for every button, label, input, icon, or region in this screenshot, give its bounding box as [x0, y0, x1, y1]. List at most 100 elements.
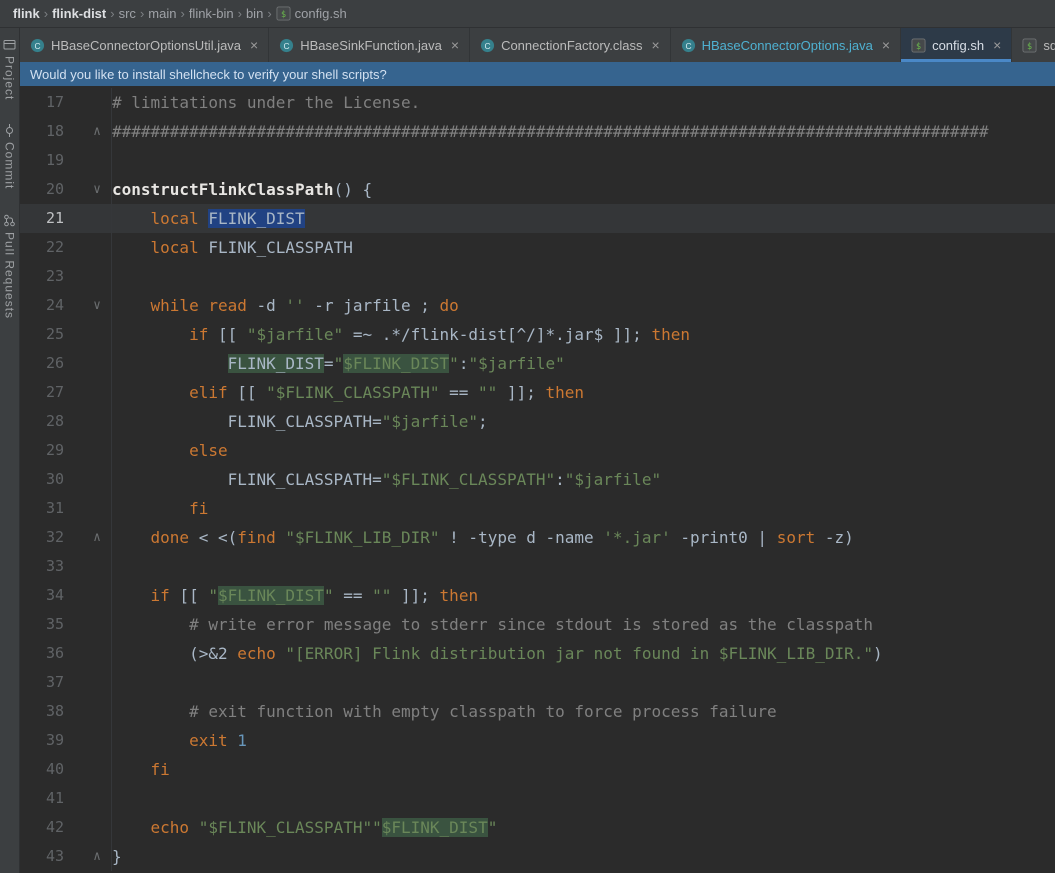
code-text: constructFlinkClassPath() { [112, 180, 373, 199]
fold-gutter [64, 784, 112, 813]
code-line[interactable]: 21 local FLINK_DIST [20, 204, 1055, 233]
breadcrumb-item-config-sh[interactable]: $ config.sh [273, 6, 350, 21]
shell-file-icon: $ [911, 37, 926, 53]
code-text: } [112, 847, 122, 866]
breadcrumb-item-flink-dist[interactable]: flink-dist [49, 6, 109, 21]
tab-hbaseconnectoroptionsutil-java[interactable]: C HBaseConnectorOptionsUtil.java × [20, 28, 270, 62]
code-line[interactable]: 35 # write error message to stderr since… [20, 610, 1055, 639]
line-number: 18 [45, 122, 64, 140]
code-text: local FLINK_DIST [150, 209, 305, 228]
tab-sql-client-sh[interactable]: $ sql-client.sh [1012, 28, 1055, 62]
code-text: # write error message to stderr since st… [189, 615, 873, 634]
code-text: if [[ "$jarfile" =~ .*/flink-dist[^/]*.j… [189, 325, 690, 344]
breadcrumb: flink › flink-dist › src › main › flink-bin › bin ›… [0, 0, 1055, 28]
line-number: 38 [45, 702, 64, 720]
fold-gutter [64, 755, 112, 784]
line-number: 30 [45, 470, 64, 488]
tab-connectionfactory-class[interactable]: C ConnectionFactory.class × [470, 28, 671, 62]
code-line[interactable]: 27 elif [[ "$FLINK_CLASSPATH" == "" ]]; … [20, 378, 1055, 407]
code-line[interactable]: 31 fi [20, 494, 1055, 523]
fold-marker-icon[interactable]: ∧ [64, 842, 112, 871]
line-number: 19 [45, 151, 64, 169]
fold-gutter [64, 436, 112, 465]
tab-close-icon[interactable]: × [993, 38, 1001, 52]
tab-hbasesinkfunction-java[interactable]: C HBaseSinkFunction.java × [269, 28, 471, 62]
line-number: 37 [45, 673, 64, 691]
line-number: 31 [45, 499, 64, 517]
code-line[interactable]: 20 ∨ constructFlinkClassPath() { [20, 175, 1055, 204]
tab-label: ConnectionFactory.class [501, 37, 643, 53]
line-number: 20 [45, 180, 64, 198]
line-number: 26 [45, 354, 64, 372]
tool-window-button-project[interactable]: Project [3, 38, 17, 100]
line-number: 27 [45, 383, 64, 401]
commit-icon [6, 124, 13, 138]
notification-text: Would you like to install shellcheck to … [30, 66, 387, 82]
tool-window-button-commit[interactable]: Commit [3, 124, 17, 190]
breadcrumb-item-src[interactable]: src [116, 6, 139, 21]
breadcrumb-item-flink[interactable]: flink [10, 6, 43, 21]
tool-window-button-pull-requests[interactable]: Pull Requests [3, 214, 17, 319]
code-line[interactable]: 38 # exit function with empty classpath … [20, 697, 1055, 726]
tab-bar: C HBaseConnectorOptionsUtil.java × C HBaseSi… [20, 28, 1055, 62]
editor-pane: C HBaseConnectorOptionsUtil.java × C HBaseSi… [20, 28, 1055, 873]
code-line[interactable]: 18 ∧ #####################################… [20, 117, 1055, 146]
fold-gutter [64, 697, 112, 726]
svg-text:$: $ [1027, 40, 1032, 50]
code-text: elif [[ "$FLINK_CLASSPATH" == "" ]]; the… [189, 383, 585, 402]
breadcrumb-item-flink-bin[interactable]: flink-bin [186, 6, 237, 21]
line-number: 32 [45, 528, 64, 546]
tool-window-stripe: Project Commit Pull Requests [0, 28, 20, 873]
code-line[interactable]: 34 if [[ "$FLINK_DIST" == "" ]]; then [20, 581, 1055, 610]
code-text: FLINK_DIST="$FLINK_DIST":"$jarfile" [227, 354, 565, 373]
fold-marker-icon[interactable]: ∨ [64, 175, 112, 204]
fold-gutter [64, 465, 112, 494]
fold-marker-icon[interactable]: ∨ [64, 291, 112, 320]
code-text: fi [189, 499, 209, 518]
code-line[interactable]: 22 local FLINK_CLASSPATH [20, 233, 1055, 262]
code-line[interactable]: 24 ∨ while read -d '' -r jarfile ; do [20, 291, 1055, 320]
code-line[interactable]: 40 fi [20, 755, 1055, 784]
code-line[interactable]: 32 ∧ done < <(find "$FLINK_LIB_DIR" ! -ty… [20, 523, 1055, 552]
tab-label: HBaseConnectorOptions.java [701, 37, 873, 53]
code-line[interactable]: 42 echo "$FLINK_CLASSPATH""$FLINK_DIST" [20, 813, 1055, 842]
tab-close-icon[interactable]: × [651, 38, 659, 52]
fold-gutter [64, 320, 112, 349]
code-line[interactable]: 37 [20, 668, 1055, 697]
tab-close-icon[interactable]: × [882, 38, 890, 52]
code-line[interactable]: 30 FLINK_CLASSPATH="$FLINK_CLASSPATH":"$… [20, 465, 1055, 494]
fold-gutter [64, 349, 112, 378]
tab-close-icon[interactable]: × [250, 38, 258, 52]
code-line[interactable]: 33 [20, 552, 1055, 581]
fold-gutter [64, 668, 112, 697]
tab-config-sh[interactable]: $ config.sh × [901, 28, 1013, 62]
fold-gutter [64, 552, 112, 581]
breadcrumb-item-main[interactable]: main [145, 6, 179, 21]
fold-marker-icon[interactable]: ∧ [64, 117, 112, 146]
code-text: if [[ "$FLINK_DIST" == "" ]]; then [150, 586, 479, 605]
tab-close-icon[interactable]: × [451, 38, 459, 52]
breadcrumb-item-bin[interactable]: bin [243, 6, 266, 21]
svg-text:C: C [284, 40, 290, 50]
tab-label: HBaseConnectorOptionsUtil.java [51, 37, 242, 53]
code-editor[interactable]: 17 # limitations under the License. 18 ∧ ###… [20, 86, 1055, 873]
tab-hbaseconnectoroptions-java[interactable]: C HBaseConnectorOptions.java × [671, 28, 902, 62]
code-line[interactable]: 25 if [[ "$jarfile" =~ .*/flink-dist[^/]… [20, 320, 1055, 349]
code-line[interactable]: 26 FLINK_DIST="$FLINK_DIST":"$jarfile" [20, 349, 1055, 378]
code-line[interactable]: 39 exit 1 [20, 726, 1055, 755]
code-line[interactable]: 36 (>&2 echo "[ERROR] Flink distribution… [20, 639, 1055, 668]
code-line[interactable]: 43 ∧} [20, 842, 1055, 871]
code-line[interactable]: 23 [20, 262, 1055, 291]
main-area: Project Commit Pull Requests C HBaseConnect… [0, 28, 1055, 873]
code-line[interactable]: 28 FLINK_CLASSPATH="$jarfile"; [20, 407, 1055, 436]
code-line[interactable]: 29 else [20, 436, 1055, 465]
code-line[interactable]: 19 [20, 146, 1055, 175]
class-icon: C [681, 38, 695, 52]
code-line[interactable]: 17 # limitations under the License. [20, 88, 1055, 117]
fold-gutter [64, 581, 112, 610]
svg-text:C: C [685, 40, 691, 50]
code-text: fi [150, 760, 170, 779]
fold-marker-icon[interactable]: ∧ [64, 523, 112, 552]
code-line[interactable]: 41 [20, 784, 1055, 813]
